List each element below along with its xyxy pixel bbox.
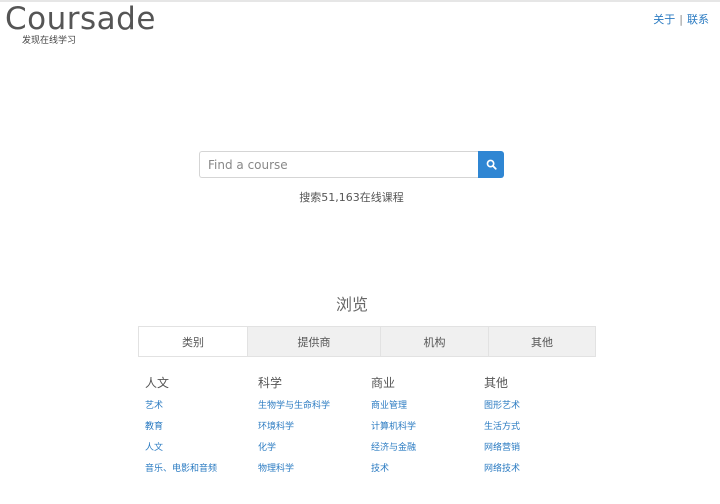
search-bar bbox=[199, 151, 504, 178]
list-item: 网络技术 bbox=[484, 461, 520, 474]
category-link[interactable]: 经济与金融 bbox=[371, 443, 416, 453]
browse-title: 浏览 bbox=[335, 295, 368, 314]
top-nav: 关于 | 联系 bbox=[653, 11, 709, 27]
tab-institutions[interactable]: 机构 bbox=[381, 327, 489, 356]
list-item: 化学 bbox=[258, 440, 276, 453]
category-link[interactable]: 商业管理 bbox=[371, 401, 407, 411]
category-link[interactable]: 化学 bbox=[258, 443, 276, 453]
category-link[interactable]: 生活方式 bbox=[484, 422, 520, 432]
about-link[interactable]: 关于 bbox=[653, 13, 675, 26]
category-link[interactable]: 生物学与生命科学 bbox=[258, 401, 330, 411]
tab-other[interactable]: 其他 bbox=[489, 327, 595, 356]
category-column-humanities: 人文 艺术 教育 人文 音乐、电影和音频 bbox=[145, 376, 255, 474]
list-item: 网络营销 bbox=[484, 440, 520, 453]
category-link[interactable]: 网络技术 bbox=[484, 464, 520, 474]
list-item: 环境科学 bbox=[258, 419, 294, 432]
category-link[interactable]: 教育 bbox=[145, 422, 163, 432]
tab-categories[interactable]: 类别 bbox=[139, 327, 248, 356]
list-item: 物理科学 bbox=[258, 461, 294, 474]
list-item: 计算机科学 bbox=[371, 419, 416, 432]
column-heading: 人文 bbox=[145, 376, 170, 390]
category-column-science: 科学 生物学与生命科学 环境科学 化学 物理科学 bbox=[258, 376, 368, 474]
list-item: 音乐、电影和音频 bbox=[145, 461, 217, 474]
column-heading: 其他 bbox=[484, 376, 509, 390]
column-heading: 科学 bbox=[258, 376, 283, 390]
list-item: 图形艺术 bbox=[484, 398, 520, 411]
logo-title[interactable]: Coursade bbox=[5, 1, 156, 37]
category-link[interactable]: 计算机科学 bbox=[371, 422, 416, 432]
tab-providers[interactable]: 提供商 bbox=[248, 327, 381, 356]
search-input[interactable] bbox=[199, 151, 479, 178]
list-item: 商业管理 bbox=[371, 398, 407, 411]
category-link[interactable]: 技术 bbox=[371, 464, 389, 474]
logo-tagline: 发现在线学习 bbox=[22, 36, 77, 46]
list-item: 人文 bbox=[145, 440, 163, 453]
column-heading: 商业 bbox=[371, 376, 396, 390]
category-link[interactable]: 图形艺术 bbox=[484, 401, 520, 411]
category-link[interactable]: 艺术 bbox=[145, 401, 163, 411]
list-item: 生活方式 bbox=[484, 419, 520, 432]
list-item: 教育 bbox=[145, 419, 163, 432]
category-link[interactable]: 环境科学 bbox=[258, 422, 294, 432]
category-link[interactable]: 人文 bbox=[145, 443, 163, 453]
list-item: 技术 bbox=[371, 461, 389, 474]
list-item: 艺术 bbox=[145, 398, 163, 411]
list-item: 生物学与生命科学 bbox=[258, 398, 330, 411]
contact-link[interactable]: 联系 bbox=[687, 13, 709, 26]
search-button[interactable] bbox=[478, 151, 504, 178]
search-icon bbox=[486, 159, 497, 170]
search-count: 搜索51,163在线课程 bbox=[299, 191, 404, 204]
browse-tabs: 类别 提供商 机构 其他 bbox=[138, 326, 596, 357]
nav-separator: | bbox=[679, 13, 683, 26]
category-column-other: 其他 图形艺术 生活方式 网络营销 网络技术 bbox=[484, 376, 594, 474]
category-link[interactable]: 网络营销 bbox=[484, 443, 520, 453]
logo[interactable]: Coursade 发现在线学习 bbox=[5, 1, 156, 46]
category-link[interactable]: 音乐、电影和音频 bbox=[145, 464, 217, 474]
category-column-business: 商业 商业管理 计算机科学 经济与金融 技术 bbox=[371, 376, 481, 474]
list-item: 经济与金融 bbox=[371, 440, 416, 453]
category-link[interactable]: 物理科学 bbox=[258, 464, 294, 474]
